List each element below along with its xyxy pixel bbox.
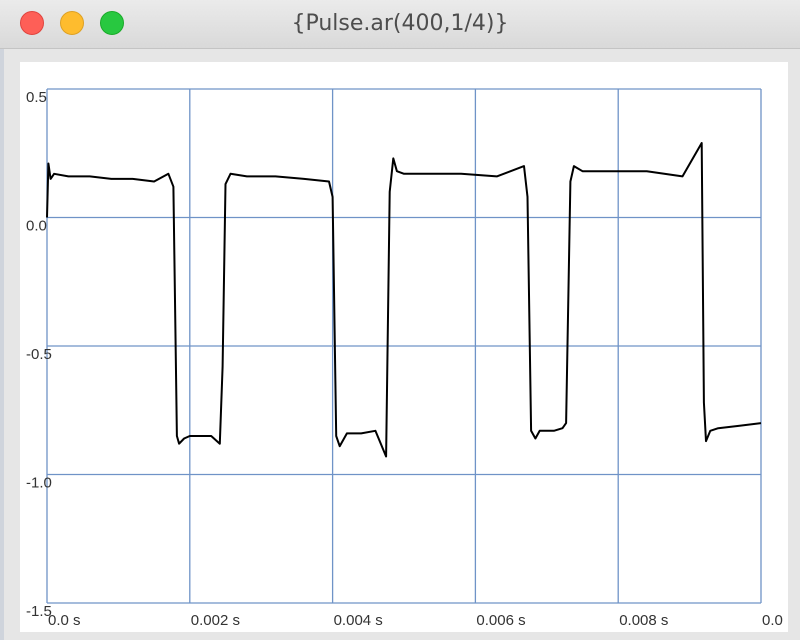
x-tick-label: 0.008 s xyxy=(619,612,668,629)
signal-line xyxy=(46,142,762,458)
y-tick-label: 0.0 xyxy=(26,218,47,235)
y-tick-label: 0.5 xyxy=(26,89,47,106)
x-tick-label: 0.004 s xyxy=(334,612,383,629)
y-tick-label: -0.5 xyxy=(26,346,52,363)
x-tick-label: 0.002 s xyxy=(191,612,240,629)
y-tick-label: -1.5 xyxy=(26,603,52,620)
x-tick-label: 0.006 s xyxy=(476,612,525,629)
waveform-plot: 0.0 s 0.002 s 0.004 s 0.006 s 0.008 s 0.0 0.5 0… xyxy=(26,88,783,629)
grid xyxy=(46,88,762,604)
y-tick-label: -1.0 xyxy=(26,475,52,492)
x-tick-label: 0.0 s xyxy=(48,612,81,629)
signal-layer xyxy=(46,142,762,458)
plot-window: {Pulse.ar(400,1/4)} 0.0 s 0.002 s 0.004 s0… xyxy=(0,0,800,640)
tick-labels: 0.0 s 0.002 s 0.004 s 0.006 s 0.008 s 0.0 0.5 0… xyxy=(26,89,783,629)
x-tick-label: 0.0 xyxy=(762,612,783,629)
